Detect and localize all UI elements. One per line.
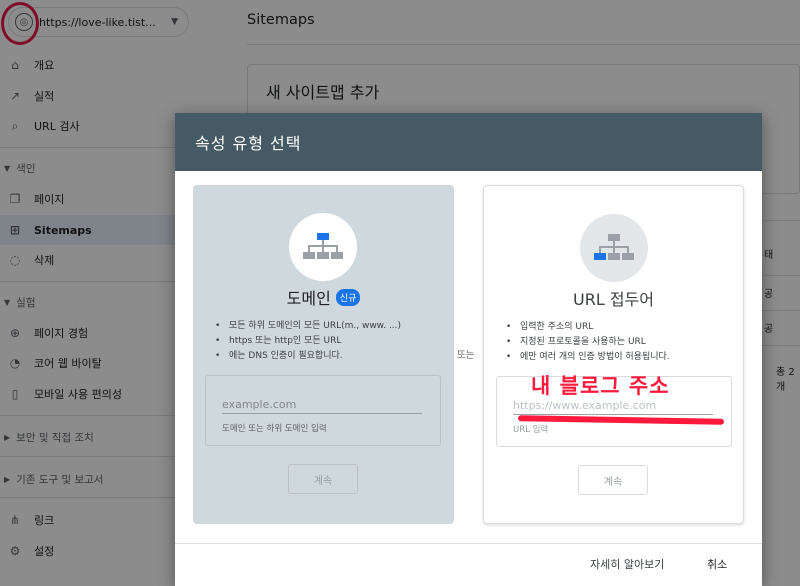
list-item: https 또는 http인 모든 URL xyxy=(215,334,445,349)
domain-input[interactable] xyxy=(222,390,422,414)
url-prefix-title-text: URL 접두어 xyxy=(573,290,654,309)
new-badge: 신규 xyxy=(335,288,361,306)
list-item: 지정된 프로토콜을 사용하는 URL xyxy=(506,335,736,350)
list-item: 모든 하위 도메인의 모든 URL(m., www. ...) xyxy=(215,319,445,334)
list-item: 에는 DNS 인증이 필요합니다. xyxy=(215,349,445,364)
url-prefix-input-helper: URL 입력 xyxy=(513,425,549,435)
url-prefix-tree-icon xyxy=(594,234,634,260)
list-item: 입력한 주소의 URL xyxy=(506,320,736,335)
dialog-footer: 자세히 알아보기 취소 xyxy=(175,543,762,586)
domain-card-title: 도메인 신규 xyxy=(193,285,454,309)
domain-bullet-list: 모든 하위 도메인의 모든 URL(m., www. ...) https 또는… xyxy=(215,319,445,364)
url-prefix-continue-button[interactable]: 계속 xyxy=(578,465,648,495)
url-prefix-icon-circle xyxy=(580,214,648,282)
url-prefix-card-title: URL 접두어 xyxy=(484,286,743,310)
domain-icon-circle xyxy=(289,213,357,281)
dialog-header: 속성 유형 선택 xyxy=(175,113,762,171)
list-item: 에만 여러 개의 인증 방법이 허용됩니다. xyxy=(506,350,736,365)
domain-tree-icon xyxy=(303,233,343,259)
cancel-button[interactable]: 취소 xyxy=(707,556,727,572)
url-prefix-bullet-list: 입력한 주소의 URL 지정된 프로토콜을 사용하는 URL 에만 여러 개의 … xyxy=(506,320,736,365)
domain-card[interactable]: 도메인 신규 모든 하위 도메인의 모든 URL(m., www. ...) h… xyxy=(193,185,454,524)
annotation-text: 내 블로그 주소 xyxy=(531,374,670,398)
property-type-dialog: 속성 유형 선택 도메인 신규 모든 하위 도메인의 모든 URL(m., ww… xyxy=(175,113,762,586)
url-prefix-card[interactable]: URL 접두어 입력한 주소의 URL 지정된 프로토콜을 사용하는 URL 에… xyxy=(483,185,744,524)
learn-more-button[interactable]: 자세히 알아보기 xyxy=(590,556,664,572)
dialog-title: 속성 유형 선택 xyxy=(195,134,302,153)
or-label: 또는 xyxy=(457,350,475,361)
domain-input-helper: 도메인 또는 하위 도메인 입력 xyxy=(222,424,327,434)
domain-title-text: 도메인 xyxy=(286,289,331,308)
domain-continue-button[interactable]: 계속 xyxy=(288,464,358,494)
domain-input-box: 도메인 또는 하위 도메인 입력 xyxy=(205,375,441,446)
